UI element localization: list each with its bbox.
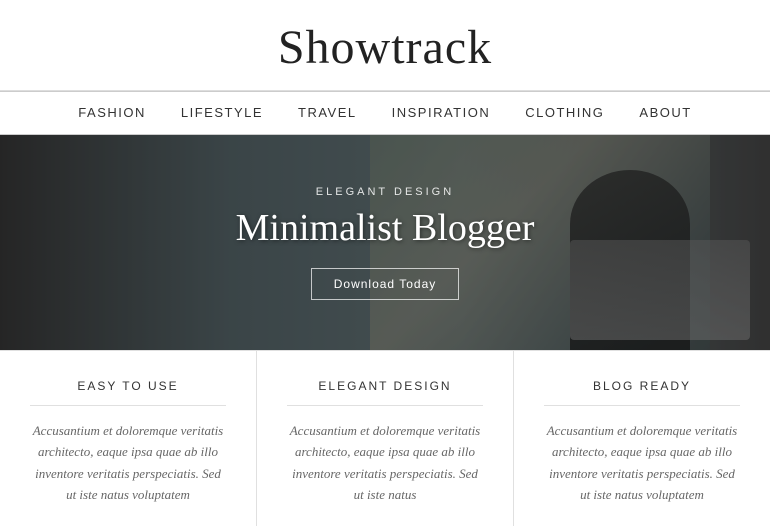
- nav-item-travel: TRAVEL: [298, 104, 357, 122]
- features-section: EASY TO USE Accusantium et doloremque ver…: [0, 350, 770, 526]
- nav-link-inspiration[interactable]: INSPIRATION: [392, 105, 491, 120]
- feature-easy-to-use: EASY TO USE Accusantium et doloremque ver…: [0, 351, 257, 526]
- nav-item-fashion: FASHION: [78, 104, 146, 122]
- hero-cta-button[interactable]: Download Today: [311, 268, 460, 300]
- nav-item-clothing: CLOTHING: [525, 104, 604, 122]
- nav-list: FASHION LIFESTYLE TRAVEL INSPIRATION CLOTHIN…: [0, 104, 770, 122]
- nav-link-fashion[interactable]: FASHION: [78, 105, 146, 120]
- nav-link-about[interactable]: ABOUT: [639, 105, 691, 120]
- feature-text-blog-ready: Accusantium et doloremque veritatis arch…: [544, 420, 740, 506]
- feature-blog-ready: BLOG READY Accusantium et doloremque veri…: [514, 351, 770, 526]
- feature-title-easy-to-use: EASY TO USE: [30, 379, 226, 406]
- nav-link-travel[interactable]: TRAVEL: [298, 105, 357, 120]
- nav-item-about: ABOUT: [639, 104, 691, 122]
- main-nav: FASHION LIFESTYLE TRAVEL INSPIRATION CLOTHIN…: [0, 91, 770, 135]
- nav-link-clothing[interactable]: CLOTHING: [525, 105, 604, 120]
- nav-item-lifestyle: LIFESTYLE: [181, 104, 263, 122]
- hero-content: ELEGANT DESIGN Minimalist Blogger Downlo…: [0, 186, 770, 300]
- hero-section: ELEGANT DESIGN Minimalist Blogger Downlo…: [0, 135, 770, 350]
- hero-subtitle: ELEGANT DESIGN: [0, 186, 770, 198]
- header: Showtrack: [0, 0, 770, 91]
- site-logo[interactable]: Showtrack: [0, 20, 770, 75]
- hero-title: Minimalist Blogger: [0, 206, 770, 250]
- feature-text-elegant-design: Accusantium et doloremque veritatis arch…: [287, 420, 483, 506]
- feature-title-blog-ready: BLOG READY: [544, 379, 740, 406]
- nav-link-lifestyle[interactable]: LIFESTYLE: [181, 105, 263, 120]
- feature-title-elegant-design: ELEGANT DESIGN: [287, 379, 483, 406]
- feature-text-easy-to-use: Accusantium et doloremque veritatis arch…: [30, 420, 226, 506]
- feature-elegant-design: ELEGANT DESIGN Accusantium et doloremque …: [257, 351, 514, 526]
- nav-item-inspiration: INSPIRATION: [392, 104, 491, 122]
